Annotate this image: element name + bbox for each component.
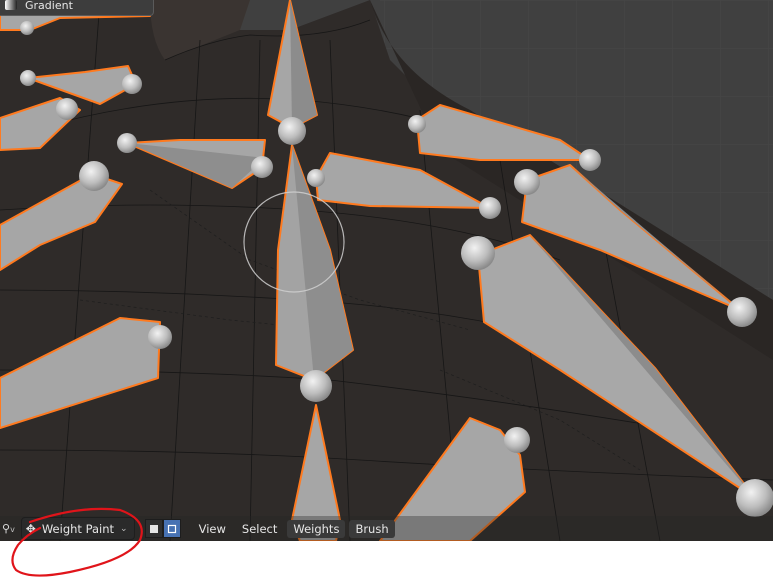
chevron-down-icon: ⌄ [120,523,128,534]
gradient-panel[interactable]: Gradient [0,0,154,16]
chevron-down-icon: v [10,525,15,534]
weight-paint-mode-icon: ✥ [25,521,36,536]
menu-weights[interactable]: Weights [287,519,346,538]
gradient-swatch [5,0,17,10]
page-background [0,541,773,581]
viewport-header: ⚲v ✥ Weight Paint ⌄ View Select Weights … [0,516,773,541]
face-mask-toggle-icon[interactable] [162,519,181,538]
viewport-scene[interactable] [0,0,773,541]
mode-select-label: Weight Paint [41,521,115,536]
xray-toggle-icon[interactable] [144,519,163,538]
menu-select[interactable]: Select [236,522,283,536]
xray-toggle[interactable] [144,519,181,538]
gradient-label: Gradient [25,0,73,12]
viewport-shading-icon: ⚲ [2,522,11,535]
viewport-shading-dropdown[interactable]: ⚲v [0,519,17,538]
menu-brush[interactable]: Brush [349,519,395,538]
mode-select-dropdown[interactable]: ✥ Weight Paint ⌄ [20,517,135,540]
menu-view[interactable]: View [193,522,232,536]
3d-viewport[interactable]: Gradient ⚲v ✥ Weight Paint ⌄ View Select… [0,0,773,541]
